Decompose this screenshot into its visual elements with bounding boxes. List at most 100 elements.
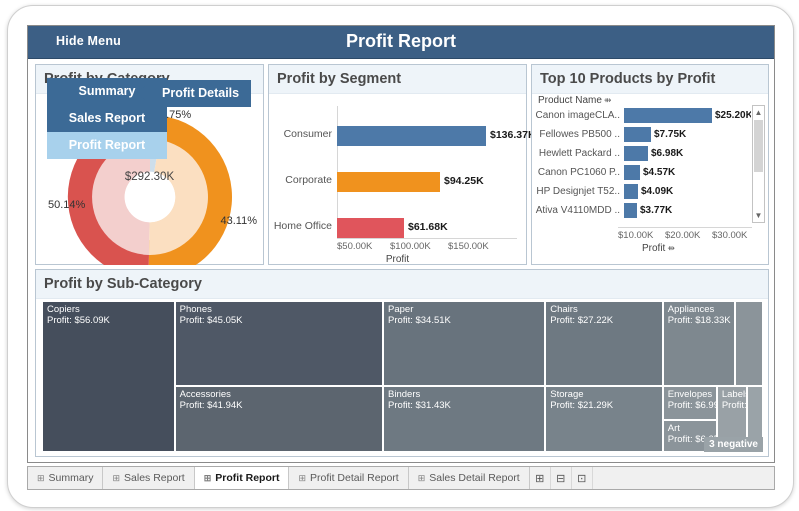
- product-value-4: $4.09K: [641, 186, 674, 197]
- worksheet-icon: ⊞: [37, 472, 45, 483]
- sort-descending-icon[interactable]: ⇻: [604, 95, 612, 105]
- bar-row-consumer[interactable]: Consumer $136.37K: [284, 126, 536, 146]
- dashboard-title: Profit Report: [346, 31, 456, 51]
- segment-bar-chart: Consumer $136.37K Corporate $94.25K Home…: [269, 94, 536, 265]
- treemap-tile-chairs[interactable]: Chairs Profit: $27.22K: [545, 301, 663, 387]
- treemap-tile-envelopes[interactable]: Envelopes Profit: $6.99K: [662, 386, 717, 420]
- tab-sales-report[interactable]: ⊞ Sales Report: [103, 467, 195, 489]
- top10-product-list[interactable]: Canon imageCLA.. $25.20K Fellowes PB500 …: [532, 107, 751, 222]
- tile-value-appliances: Profit: $18.33K: [667, 315, 731, 326]
- bar-label-home-office: Home Office: [273, 220, 332, 232]
- bar-rect-consumer[interactable]: [337, 126, 486, 146]
- product-name-2: Hewlett Packard ..: [538, 148, 620, 159]
- new-dashboard-icon[interactable]: ⊟: [551, 467, 572, 489]
- tile-value-binders: Profit: $31.43K: [388, 400, 451, 412]
- product-bar-5[interactable]: [624, 203, 637, 218]
- dashboard-title-bar: Hide Menu Profit Report: [28, 26, 774, 59]
- product-bar-1[interactable]: [624, 127, 651, 142]
- segment-xtick-2: $100.00K: [390, 241, 431, 252]
- panel-title-segment: Profit by Segment: [269, 65, 526, 94]
- list-item[interactable]: Ativa V4110MDD .. $3.77K: [532, 202, 751, 221]
- panel-title-treemap: Profit by Sub-Category: [36, 270, 768, 299]
- tab-bar-filler: [593, 467, 774, 489]
- product-value-0: $25.20K: [715, 110, 751, 121]
- bar-row-corporate[interactable]: Corporate $94.25K: [285, 172, 517, 192]
- navigation-menu[interactable]: Summary Sales Report Profit Report: [47, 78, 167, 159]
- tile-label-accessories: Accessories: [179, 389, 231, 401]
- top10-x-axis-title[interactable]: Profit ⇻: [642, 243, 675, 254]
- worksheet-icon: ⊞: [298, 472, 306, 483]
- product-bar-3[interactable]: [624, 165, 640, 180]
- top10-column-header[interactable]: Product Name ⇻: [538, 95, 611, 106]
- list-item[interactable]: Hewlett Packard .. $6.98K: [532, 145, 751, 164]
- treemap-tile-phones[interactable]: Phones Profit: $45.05K: [174, 301, 384, 387]
- top10-x-axis: [618, 227, 752, 228]
- tile-label-envelopes: Envelopes: [667, 389, 713, 401]
- worksheet-tab-bar[interactable]: ⊞ Summary ⊞ Sales Report ⊞ Profit Report…: [27, 466, 775, 490]
- treemap-tile-accessories[interactable]: Accessories Profit: $41.94K: [174, 386, 384, 452]
- bar-value-corporate: $94.25K: [444, 175, 484, 187]
- bar-rect-home-office[interactable]: [337, 218, 404, 238]
- donut-center-total: $292.30K: [124, 171, 175, 183]
- list-item[interactable]: Fellowes PB500 .. $7.75K: [532, 126, 751, 145]
- tile-value-accessories: Profit: $41.94K: [179, 400, 243, 412]
- product-bar-2[interactable]: [624, 146, 648, 161]
- bar-rect-corporate[interactable]: [337, 172, 440, 192]
- menu-item-profit-report[interactable]: Profit Report: [47, 132, 167, 159]
- tile-value-paper: Profit: $34.51K: [388, 315, 451, 326]
- bar-label-corporate: Corporate: [285, 174, 332, 186]
- tile-label-appliances: Appliances: [667, 304, 715, 315]
- list-item[interactable]: HP Designjet T52.. $4.09K: [532, 183, 751, 202]
- axis-sort-icon[interactable]: ⇻: [667, 243, 675, 253]
- scroll-up-icon[interactable]: ▲: [753, 106, 764, 119]
- top10-scrollbar[interactable]: ▲ ▼: [752, 105, 765, 223]
- panel-profit-by-segment: Profit by Segment Consumer $136.37K Corp…: [268, 64, 536, 265]
- panel-title-top10: Top 10 Products by Profit: [532, 65, 768, 94]
- treemap-tile-unlabeled-top[interactable]: [734, 301, 763, 387]
- bar-value-consumer: $136.37K: [490, 129, 536, 141]
- bar-row-home-office[interactable]: Home Office $61.68K: [274, 218, 517, 238]
- treemap-tile-copiers[interactable]: Copiers Profit: $56.09K: [42, 301, 175, 452]
- product-bar-4[interactable]: [624, 184, 638, 199]
- tab-summary[interactable]: ⊞ Summary: [28, 467, 104, 489]
- treemap-tile-appliances[interactable]: Appliances Profit: $18.33K: [662, 301, 735, 387]
- tile-label-chairs: Chairs: [550, 304, 578, 315]
- product-value-1: $7.75K: [654, 129, 687, 140]
- scroll-down-icon[interactable]: ▼: [753, 209, 764, 222]
- tile-value-storage: Profit: $21.29K: [550, 400, 614, 412]
- menu-item-sales-report[interactable]: Sales Report: [47, 105, 167, 132]
- new-story-icon[interactable]: ⊡: [572, 467, 593, 489]
- treemap-tile-binders[interactable]: Binders Profit: $31.43K: [383, 386, 546, 452]
- bar-value-home-office: $61.68K: [408, 221, 448, 233]
- tile-value-copiers: Profit: $56.09K: [47, 315, 110, 326]
- tab-profit-detail-report[interactable]: ⊞ Profit Detail Report: [289, 467, 409, 489]
- tab-label-sales-detail-report: Sales Detail Report: [429, 472, 520, 484]
- new-worksheet-icon[interactable]: ⊞: [530, 467, 551, 489]
- submenu-arrow-icon: [136, 86, 145, 100]
- product-bar-0[interactable]: [624, 108, 712, 123]
- panel-top-10-products: Top 10 Products by Profit Product Name ⇻ …: [531, 64, 769, 265]
- tile-value-labels: Profit:: [721, 400, 747, 412]
- tile-label-storage: Storage: [550, 389, 584, 401]
- treemap-tile-storage[interactable]: Storage Profit: $21.29K: [545, 386, 663, 452]
- top10-xtick-1: $10.00K: [618, 230, 654, 241]
- worksheet-icon: ⊞: [203, 472, 212, 483]
- tab-profit-report[interactable]: ⊞ Profit Report: [194, 467, 290, 489]
- tile-value-envelopes: Profit: $6.99K: [667, 400, 716, 412]
- tab-label-sales-report: Sales Report: [124, 472, 185, 484]
- negative-values-badge[interactable]: 3 negative: [704, 437, 763, 452]
- tab-sales-detail-report[interactable]: ⊞ Sales Detail Report: [409, 467, 530, 489]
- tab-label-summary: Summary: [48, 472, 94, 484]
- product-name-1: Fellowes PB500 ..: [539, 129, 620, 140]
- tile-label-copiers: Copiers: [47, 304, 80, 315]
- menu-item-summary[interactable]: Summary: [47, 78, 167, 105]
- panel-profit-by-subcategory: Profit by Sub-Category Copiers Profit: $…: [35, 269, 769, 457]
- list-item[interactable]: Canon imageCLA.. $25.20K: [532, 107, 751, 126]
- product-value-2: $6.98K: [651, 148, 684, 159]
- list-item[interactable]: Canon PC1060 P.. $4.57K: [532, 164, 751, 183]
- segment-x-axis: [337, 238, 517, 239]
- treemap-tile-paper[interactable]: Paper Profit: $34.51K: [383, 301, 546, 387]
- tab-label-profit-detail-report: Profit Detail Report: [310, 472, 399, 484]
- scrollbar-thumb[interactable]: [754, 120, 763, 172]
- menu-item-profit-details[interactable]: Profit Details: [150, 80, 252, 107]
